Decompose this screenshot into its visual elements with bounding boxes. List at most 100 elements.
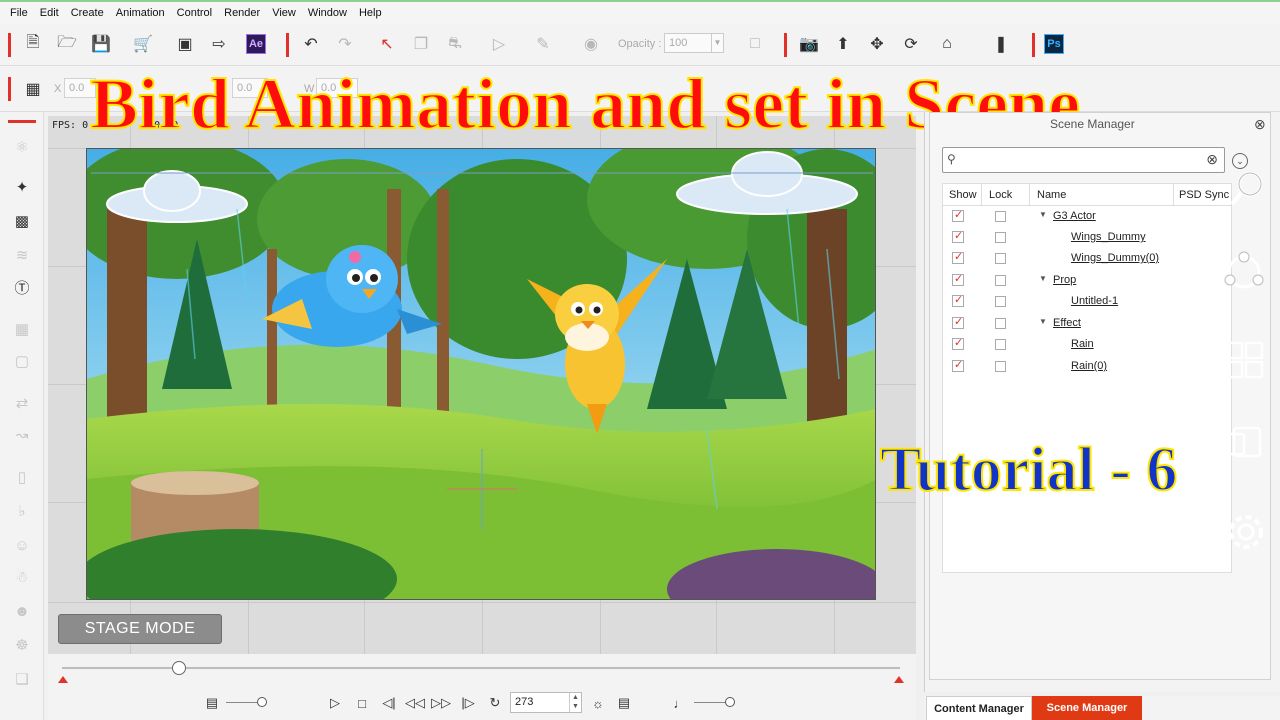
text-tool-icon[interactable]: Ⓣ — [8, 274, 36, 300]
puppet-tool-icon[interactable]: ▢ — [8, 348, 36, 374]
settings-sun-icon[interactable]: ☼ — [588, 694, 608, 712]
flip-icon[interactable]: ▷ — [486, 31, 512, 57]
tree-row-wings-dummy[interactable]: Wings_Dummy — [943, 227, 1231, 248]
move-all-icon[interactable]: ✥ — [864, 31, 890, 57]
menu-create[interactable]: Create — [65, 3, 110, 23]
undo-icon[interactable]: ↶ — [298, 31, 324, 57]
bucket-icon[interactable]: ⛐ — [442, 31, 468, 57]
tree-row-prop[interactable]: ▼ Prop — [943, 270, 1231, 291]
camera-icon[interactable]: 📷 — [796, 31, 822, 57]
clear-search-icon[interactable]: ⊗ — [1206, 151, 1218, 168]
tree-row-rain[interactable]: Rain — [943, 334, 1231, 355]
morph-tool-icon[interactable]: ☸ — [8, 632, 36, 658]
column-divider[interactable] — [1029, 184, 1030, 206]
menu-file[interactable]: File — [4, 3, 34, 23]
bone-tool-icon[interactable]: ⚛ — [8, 134, 36, 160]
save-icon[interactable]: 💾 — [88, 31, 114, 57]
lock-checkbox[interactable] — [995, 339, 1006, 350]
menu-edit[interactable]: Edit — [34, 3, 65, 23]
music-note-icon[interactable]: ♩ — [670, 694, 690, 712]
menu-window[interactable]: Window — [302, 3, 353, 23]
play-icon[interactable]: ▷ — [325, 694, 345, 712]
lock-checkbox[interactable] — [995, 318, 1006, 329]
tab-content-manager[interactable]: Content Manager — [926, 696, 1032, 720]
motion-tool-icon[interactable]: ⇄ — [8, 390, 36, 416]
lock-checkbox[interactable] — [995, 232, 1006, 243]
lock-checkbox[interactable] — [995, 361, 1006, 372]
column-lock[interactable]: Lock — [989, 189, 1012, 201]
loop-icon[interactable]: ↻ — [485, 694, 505, 712]
column-divider[interactable] — [981, 184, 982, 206]
stage-mode-button[interactable]: STAGE MODE — [58, 614, 222, 644]
tree-row-wings-dummy-0[interactable]: Wings_Dummy(0) — [943, 248, 1231, 269]
show-checkbox[interactable] — [952, 208, 964, 222]
stop-icon[interactable]: □ — [352, 694, 372, 712]
frame-spinner-icon[interactable]: ▲ ▼ — [569, 693, 581, 712]
tree-item-name[interactable]: Untitled-1 — [1071, 295, 1118, 307]
grid-icon[interactable]: ▦ — [20, 76, 46, 102]
forest-scene-canvas[interactable] — [86, 148, 876, 600]
home-icon[interactable]: ⌂ — [934, 31, 960, 57]
subtitle-icon[interactable]: ▤ — [202, 694, 222, 712]
column-psd-sync[interactable]: PSD Sync — [1179, 189, 1229, 201]
mesh-tool-icon[interactable]: ▦ — [8, 316, 36, 342]
pen-icon[interactable]: ✎ — [530, 31, 556, 57]
pose-tool-icon[interactable]: ✦ — [8, 174, 36, 200]
tree-item-name[interactable]: Rain(0) — [1071, 360, 1107, 372]
duplicate-icon[interactable]: ❐ — [408, 31, 434, 57]
tree-row-effect[interactable]: ▼ Effect — [943, 313, 1231, 334]
lock-checkbox[interactable] — [995, 211, 1006, 222]
tree-item-name[interactable]: Wings_Dummy(0) — [1071, 252, 1159, 264]
tree-item-name[interactable]: Rain — [1071, 338, 1094, 350]
show-checkbox[interactable] — [952, 250, 964, 264]
tree-item-name[interactable]: Effect — [1053, 317, 1081, 329]
volume-slider-knob[interactable] — [725, 697, 735, 707]
expand-triangle-icon[interactable]: ▼ — [1039, 210, 1047, 219]
last-frame-icon[interactable]: |▷ — [458, 694, 478, 712]
after-effects-icon[interactable]: Ae — [246, 34, 266, 54]
walk-tool-icon[interactable]: ↝ — [8, 422, 36, 448]
menu-animation[interactable]: Animation — [110, 3, 171, 23]
tree-row-g3-actor[interactable]: ▼ G3 Actor — [943, 206, 1231, 227]
figure-tool-icon[interactable]: ☃ — [8, 564, 36, 590]
export-icon[interactable]: ⇨ — [206, 31, 232, 57]
face-tool-icon[interactable]: ☺ — [8, 532, 36, 558]
range-end-marker[interactable] — [894, 676, 904, 683]
rotate-icon[interactable]: ⟳ — [898, 31, 924, 57]
audio-tool-icon[interactable]: ≋ — [8, 242, 36, 268]
tree-row-untitled-1[interactable]: Untitled-1 — [943, 291, 1231, 312]
next-frame-icon[interactable]: ▷▷ — [431, 694, 451, 712]
previous-frame-icon[interactable]: ◁◁ — [405, 694, 425, 712]
expand-triangle-icon[interactable]: ▼ — [1039, 274, 1047, 283]
opacity-input[interactable]: 100 ▼ — [664, 33, 724, 53]
search-input[interactable]: ⚲ ⊗ — [942, 147, 1225, 173]
crop-icon[interactable]: □ — [742, 31, 768, 57]
column-show[interactable]: Show — [949, 189, 977, 201]
lock-checkbox[interactable] — [995, 275, 1006, 286]
open-folder-icon[interactable]: 🗁 — [54, 31, 80, 57]
cart-icon[interactable]: 🛒 — [130, 31, 156, 57]
timeline-track[interactable] — [62, 667, 900, 669]
menu-render[interactable]: Render — [218, 3, 266, 23]
sprite-tool-icon[interactable]: ▩ — [8, 208, 36, 234]
show-checkbox[interactable] — [952, 358, 964, 372]
menu-help[interactable]: Help — [353, 3, 388, 23]
card-tool-icon[interactable]: ▯ — [8, 464, 36, 490]
show-checkbox[interactable] — [952, 229, 964, 243]
redo-icon[interactable]: ↷ — [332, 31, 358, 57]
stage-viewport[interactable]: FPS: 0 0.00 STAGE MODE — [48, 116, 916, 654]
photoshop-icon[interactable]: Ps — [1044, 34, 1064, 54]
show-checkbox[interactable] — [952, 272, 964, 286]
tab-scene-manager[interactable]: Scene Manager — [1032, 696, 1142, 720]
chevron-down-icon[interactable]: ▼ — [711, 34, 723, 52]
select-arrow-icon[interactable]: ↖ — [374, 31, 400, 57]
tree-row-rain-0[interactable]: Rain(0) — [943, 356, 1231, 377]
show-checkbox[interactable] — [952, 293, 964, 307]
timeline-panel-icon[interactable]: ▤ — [614, 694, 634, 712]
menu-control[interactable]: Control — [171, 3, 218, 23]
show-checkbox[interactable] — [952, 336, 964, 350]
lock-checkbox[interactable] — [995, 253, 1006, 264]
tree-item-name[interactable]: Wings_Dummy — [1071, 231, 1146, 243]
new-file-icon[interactable]: 🗎 — [20, 31, 46, 57]
menu-view[interactable]: View — [266, 3, 302, 23]
